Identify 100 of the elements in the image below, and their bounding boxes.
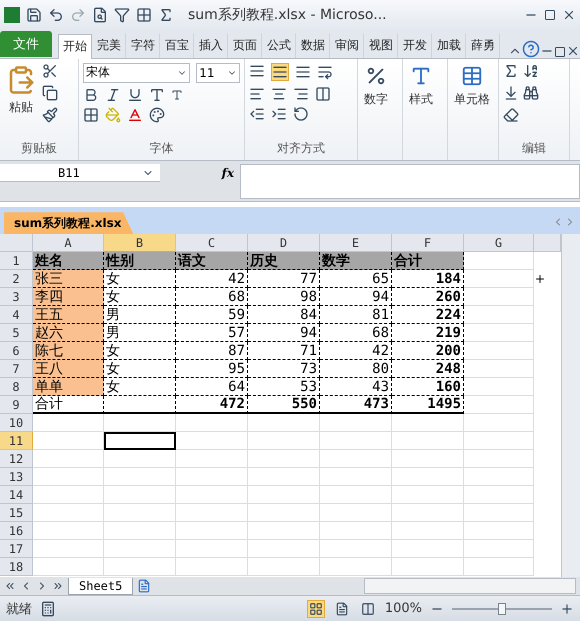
row-header[interactable]: 9 [0,396,33,414]
row-header[interactable]: 16 [0,522,33,540]
column-header[interactable]: C [176,234,248,252]
column-header[interactable]: F [392,234,464,252]
table-cell: 女 [104,360,176,378]
indent-decrease-icon[interactable] [249,106,265,122]
font-name-field[interactable]: 宋体 [83,62,190,83]
restore-icon[interactable] [554,46,566,58]
ribbon-tab[interactable]: 开发 [398,32,432,58]
horizontal-scrollbar[interactable] [364,578,576,594]
row-header[interactable]: 11 [0,432,33,450]
merge-icon[interactable] [315,86,331,102]
undo-icon[interactable] [48,6,64,23]
insert-function-button[interactable]: fx [216,164,240,182]
maximize-icon[interactable] [544,8,556,21]
table-cell: 200 [392,342,464,360]
row-header[interactable]: 6 [0,342,33,360]
copy-icon[interactable] [42,84,58,101]
name-box[interactable]: B11 [0,164,160,182]
ribbon-tab[interactable]: 百宝 [160,32,194,58]
row-header[interactable]: 7 [0,360,33,378]
ribbon-tab[interactable]: 开始 [58,34,92,59]
row-header[interactable]: 15 [0,504,33,522]
wrap-text-icon[interactable] [317,64,333,80]
table-cell: 语文 [176,252,248,270]
column-header[interactable]: A [33,234,104,252]
align-top-icon[interactable] [249,62,265,79]
font-size-field[interactable]: 11 [196,62,240,83]
scissors-icon[interactable] [42,62,58,79]
underline-icon[interactable] [127,86,143,103]
table-cell: 68 [176,288,248,306]
new-sheet-icon[interactable] [137,579,152,594]
help-icon[interactable] [522,40,540,58]
print-preview-icon[interactable] [92,6,108,23]
align-middle-icon[interactable] [272,64,288,80]
table-cell [392,468,464,486]
ribbon-tab[interactable]: 公式 [262,32,296,58]
cells-button[interactable]: 单元格 [452,62,492,156]
ribbon-tab[interactable]: 薛勇 [466,32,500,58]
zoom-percent[interactable]: 100% [384,601,422,616]
table-cell [392,414,464,432]
ribbon-tab[interactable]: 数据 [296,32,330,58]
indent-increase-icon[interactable] [271,106,287,122]
fill-color-icon[interactable] [105,106,121,123]
save-icon[interactable] [26,6,42,23]
column-header[interactable]: G [464,234,534,252]
sheet-tab[interactable]: Sheet5 [68,578,134,595]
column-header[interactable]: E [320,234,392,252]
align-right-icon[interactable] [293,86,309,102]
row-header[interactable]: 5 [0,324,33,342]
ribbon-tab[interactable]: 完美 [92,32,126,58]
ribbon-tab[interactable]: 页面 [228,32,262,58]
table-cell: 王八 [33,360,104,378]
vertical-scrollbar[interactable] [561,234,580,578]
normal-view-icon[interactable] [308,602,323,616]
row-header[interactable]: 4 [0,306,33,324]
font-color-icon[interactable] [127,106,143,123]
formula-input[interactable] [240,164,580,200]
row-header[interactable]: 14 [0,486,33,504]
page-break-icon[interactable] [360,602,375,616]
borders-icon[interactable] [136,6,152,23]
align-bottom-icon[interactable] [295,64,311,80]
workbook-tab[interactable]: sum系列教程.xlsx [4,212,134,234]
styles-button[interactable]: 样式 [407,62,435,156]
sort-filter-icon[interactable] [523,62,539,79]
column-header[interactable]: B [104,234,176,252]
align-center-icon[interactable] [271,86,287,102]
row-header[interactable]: 2 [0,270,33,288]
table-cell: 张三 [33,270,104,288]
row-header[interactable]: 12 [0,450,33,468]
format-painter-icon[interactable] [42,106,58,123]
column-header[interactable]: D [248,234,320,252]
ribbon-tab[interactable]: 字符 [126,32,160,58]
ribbon-tab[interactable]: 加载 [432,32,466,58]
row-header[interactable]: 13 [0,468,33,486]
row-header[interactable]: 8 [0,378,33,396]
row-header[interactable]: 3 [0,288,33,306]
row-header[interactable]: 1 [0,252,33,270]
zoom-in-icon[interactable] [560,602,574,616]
row-header[interactable]: 10 [0,414,33,432]
fill-icon[interactable] [503,84,519,101]
row-header[interactable]: 18 [0,558,33,576]
page-layout-icon[interactable] [334,602,349,616]
file-tab[interactable]: 文件 [0,30,52,57]
paste-button[interactable]: 粘贴 [4,62,38,136]
italic-icon[interactable] [105,86,121,103]
ribbon-tab[interactable]: 插入 [194,32,228,58]
row-header[interactable]: 17 [0,540,33,558]
table-cell [33,414,104,432]
eraser-icon[interactable] [503,106,519,123]
borders-icon[interactable] [83,106,99,123]
table-cell: 数学 [320,252,392,270]
ribbon-tab[interactable]: 审阅 [330,32,364,58]
zoom-thumb[interactable] [498,602,506,615]
ribbon-tab[interactable]: 视图 [364,32,398,58]
filter-icon[interactable] [114,6,130,23]
align-left-icon[interactable] [249,86,265,102]
app-logo-icon [4,6,20,23]
number-button[interactable]: 数字 [362,62,390,156]
find-icon[interactable] [523,84,539,101]
